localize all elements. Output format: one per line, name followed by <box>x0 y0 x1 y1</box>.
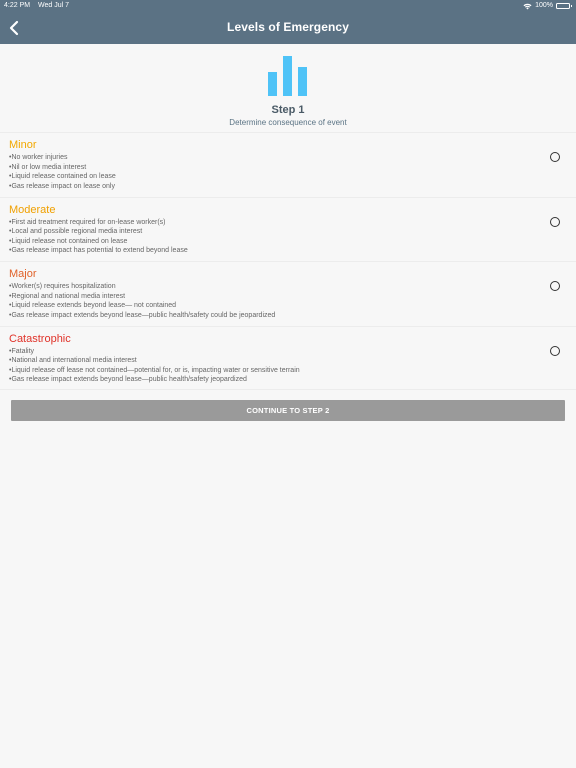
radio-button[interactable] <box>550 345 560 356</box>
wifi-icon <box>523 3 532 9</box>
level-name: Minor <box>9 139 37 151</box>
level-description: •Fatality •National and international me… <box>9 347 300 385</box>
battery-icon <box>556 3 572 9</box>
step-title: Step 1 <box>271 104 305 116</box>
level-name: Major <box>9 268 37 280</box>
level-line: •Fatality <box>9 347 35 355</box>
level-line: •National and international media intere… <box>9 357 137 365</box>
level-line: •Gas release impact on lease only <box>9 182 115 190</box>
status-left: 4:22 PM Wed Jul 7 <box>4 0 69 12</box>
radio-button[interactable] <box>550 216 560 227</box>
level-line: •Liquid release not contained on lease <box>9 237 128 245</box>
bar-chart-icon <box>268 56 307 96</box>
level-name: Moderate <box>9 203 56 216</box>
level-line: •Liquid release contained on lease <box>9 173 116 181</box>
step-header: Step 1 Determine consequence of event <box>0 44 576 132</box>
status-right: 100% <box>523 0 572 12</box>
main-content: Step 1 Determine consequence of event Mi… <box>0 44 576 768</box>
level-line: •No worker injuries <box>9 154 68 161</box>
level-line: •Gas release impact extends beyond lease… <box>9 311 276 319</box>
battery-percent: 100% <box>535 2 553 9</box>
level-line: •Gas release impact extends beyond lease… <box>9 376 247 384</box>
level-line: •First aid treatment required for on-lea… <box>9 218 166 226</box>
level-option-major[interactable]: Major •Worker(s) requires hospitalizatio… <box>0 261 576 326</box>
page-title: Levels of Emergency <box>227 20 349 34</box>
level-line: •Worker(s) requires hospitalization <box>9 283 116 290</box>
level-name: Catastrophic <box>9 332 71 345</box>
level-line: •Liquid release off lease not contained—… <box>9 366 300 374</box>
level-line: •Nil or low media interest <box>9 163 87 171</box>
nav-bar: Levels of Emergency <box>0 12 576 44</box>
level-line: •Local and possible regional media inter… <box>9 228 143 236</box>
status-time: 4:22 PM <box>4 2 31 9</box>
levels-list: Minor •No worker injuries •Nil or low me… <box>0 132 576 390</box>
status-date: Wed Jul 7 <box>38 2 70 9</box>
level-option-moderate[interactable]: Moderate •First aid treatment required f… <box>0 196 576 262</box>
level-description: •First aid treatment required for on-lea… <box>9 218 188 256</box>
level-option-minor[interactable]: Minor •No worker injuries •Nil or low me… <box>0 132 576 197</box>
level-line: •Liquid release extends beyond lease— no… <box>9 302 177 310</box>
level-description: •No worker injuries •Nil or low media in… <box>9 153 116 191</box>
step-subtitle: Determine consequence of event <box>229 118 347 127</box>
app-header: 4:22 PM Wed Jul 7 100% Levels of Emergen… <box>0 0 576 44</box>
level-line: •Regional and national media interest <box>9 292 126 300</box>
level-option-catastrophic[interactable]: Catastrophic •Fatality •National and int… <box>0 325 576 390</box>
radio-button[interactable] <box>550 281 560 291</box>
level-description: •Worker(s) requires hospitalization •Reg… <box>9 282 275 320</box>
radio-button[interactable] <box>550 152 560 162</box>
level-line: •Gas release impact has potential to ext… <box>9 247 188 255</box>
status-bar: 4:22 PM Wed Jul 7 100% <box>0 0 576 12</box>
continue-button[interactable]: CONTINUE TO STEP 2 <box>11 400 565 421</box>
